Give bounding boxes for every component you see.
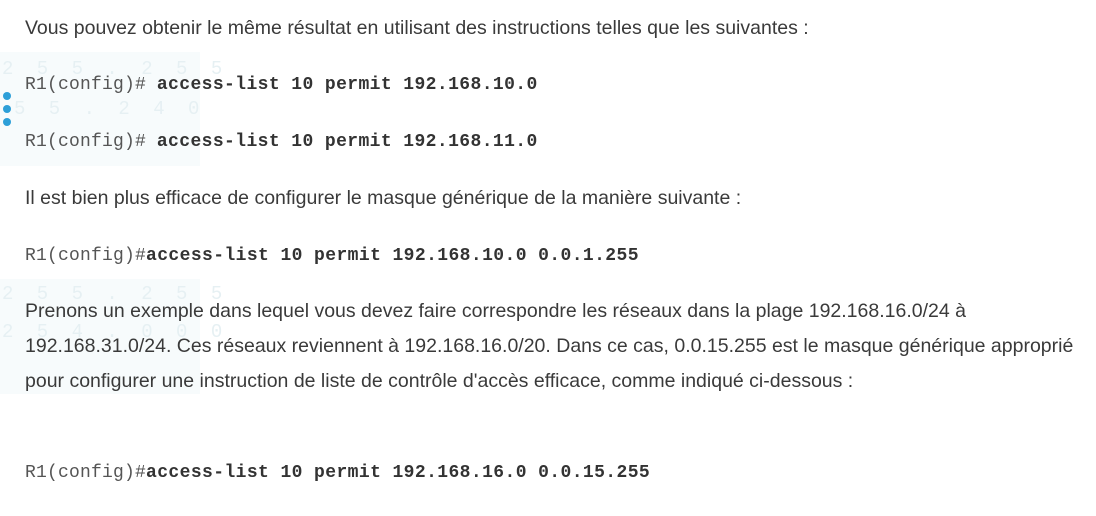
vertical-ellipsis-icon[interactable]	[3, 92, 13, 128]
cli-command: access-list 10 permit 192.168.10.0	[156, 75, 538, 95]
intro-paragraph: Vous pouvez obtenir le même résultat en …	[25, 17, 809, 39]
code-line: R1(config)#access-list 10 permit 192.168…	[25, 462, 650, 484]
code-line: R1(config)#access-list 10 permit 192.168…	[25, 245, 639, 267]
cli-prompt: R1(config)#	[25, 132, 147, 152]
code-line: R1(config)# access-list 10 permit 192.16…	[25, 131, 538, 153]
code-line: R1(config)# access-list 10 permit 192.16…	[25, 74, 538, 96]
efficiency-paragraph: Il est bien plus efficace de configurer …	[25, 187, 742, 209]
cli-prompt: R1(config)#	[25, 246, 147, 266]
example-paragraph: Prenons un exemple dans lequel vous deve…	[25, 300, 1074, 392]
cli-prompt: R1(config)#	[25, 463, 147, 483]
cli-prompt: R1(config)#	[25, 75, 147, 95]
cli-command: access-list 10 permit 192.168.16.0 0.0.1…	[146, 463, 651, 483]
background-ghost-text: 5 5 . 2 4 0	[14, 98, 206, 120]
cli-command: access-list 10 permit 192.168.10.0 0.0.1…	[146, 246, 639, 266]
cli-command: access-list 10 permit 192.168.11.0	[156, 132, 538, 152]
